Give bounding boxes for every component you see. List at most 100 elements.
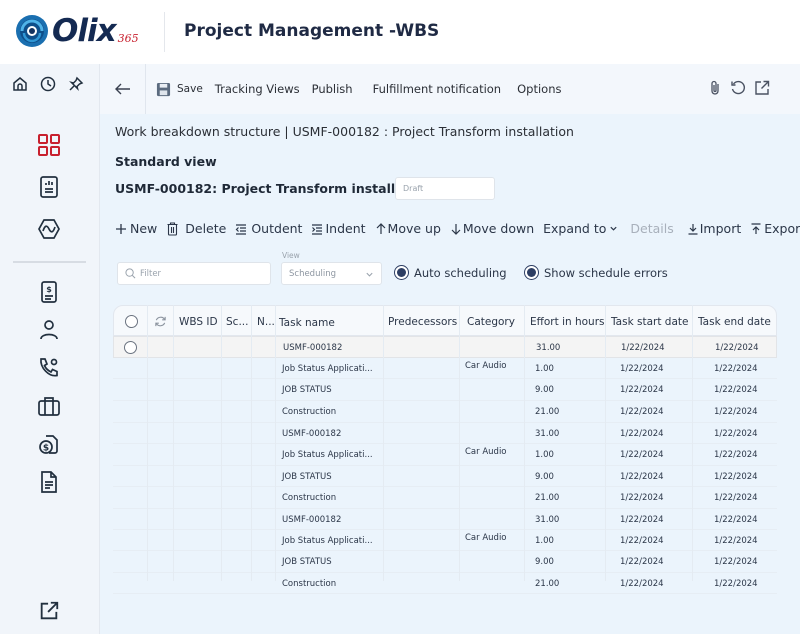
effort-cell: 31.00 xyxy=(535,515,560,525)
column-divider xyxy=(221,305,222,581)
home-icon[interactable] xyxy=(12,76,28,92)
table-row[interactable]: USMF-000182 31.00 1/22/2024 1/22/2024 xyxy=(113,336,777,358)
task-name-cell: Construction xyxy=(282,579,337,589)
table-row[interactable]: JOB STATUS 9.00 1/22/2024 1/22/2024 xyxy=(113,551,777,573)
delete-button[interactable]: Delete xyxy=(166,221,226,236)
effort-cell: 21.00 xyxy=(535,407,560,417)
back-button[interactable] xyxy=(100,64,146,114)
briefcase-icon[interactable] xyxy=(37,394,61,418)
details-button[interactable]: Details xyxy=(630,221,673,236)
export-button[interactable]: Export xyxy=(750,221,800,236)
end-date-cell: 1/22/2024 xyxy=(714,579,758,589)
col-start-date[interactable]: Task start date xyxy=(611,316,688,328)
col-n[interactable]: N... xyxy=(257,316,275,328)
filter-input[interactable]: Filter xyxy=(117,262,271,285)
table-row[interactable]: JOB STATUS 9.00 1/22/2024 1/22/2024 xyxy=(113,379,777,401)
task-name-cell: Job Status Applicati... xyxy=(282,364,373,374)
refresh-icon[interactable] xyxy=(730,80,746,96)
command-bar-right xyxy=(708,80,770,96)
fulfillment-notification-button[interactable]: Fulfillment notification xyxy=(373,82,502,96)
effort-cell: 9.00 xyxy=(535,557,554,567)
table-row[interactable]: Job Status Applicati... Car Audio 1.00 1/22… xyxy=(113,530,777,551)
analytics-icon[interactable] xyxy=(37,217,61,241)
column-divider xyxy=(459,305,460,581)
end-date-cell: 1/22/2024 xyxy=(714,450,758,460)
task-name-cell: Construction xyxy=(282,407,337,417)
table-row[interactable]: Job Status Applicati... Car Audio 1.00 1/22… xyxy=(113,444,777,466)
tracking-views-button[interactable]: Tracking Views xyxy=(215,82,300,96)
svg-text:$: $ xyxy=(43,444,49,454)
money-icon[interactable]: $ xyxy=(37,432,61,456)
auto-scheduling-toggle[interactable]: Auto scheduling xyxy=(394,265,507,280)
import-label: Import xyxy=(699,221,742,236)
end-date-cell: 1/22/2024 xyxy=(714,407,758,417)
sync-icon[interactable] xyxy=(154,315,167,328)
column-divider xyxy=(605,305,606,581)
view-select-label: View xyxy=(282,251,300,260)
table-row[interactable]: Construction 21.00 1/22/2024 1/22/2024 xyxy=(113,573,777,594)
auto-scheduling-label: Auto scheduling xyxy=(414,265,507,280)
save-button[interactable]: Save xyxy=(156,82,203,97)
export-label: Export xyxy=(764,221,800,236)
table-row[interactable]: Job Status Applicati... Car Audio 1.00 1/22… xyxy=(113,358,777,379)
col-category[interactable]: Category xyxy=(467,316,515,328)
move-up-button[interactable]: Move up xyxy=(375,221,441,236)
table-row[interactable]: JOB STATUS 9.00 1/22/2024 1/22/2024 xyxy=(113,466,777,487)
show-schedule-errors-toggle[interactable]: Show schedule errors xyxy=(524,265,668,280)
effort-cell: 21.00 xyxy=(535,579,560,589)
col-effort[interactable]: Effort in hours xyxy=(530,316,605,328)
document-icon[interactable] xyxy=(37,470,61,494)
grid-icon[interactable] xyxy=(37,133,61,157)
open-external-icon[interactable] xyxy=(38,600,60,622)
start-date-cell: 1/22/2024 xyxy=(620,579,664,589)
show-schedule-errors-radio[interactable] xyxy=(524,265,539,280)
task-name-cell: JOB STATUS xyxy=(282,557,332,567)
outdent-icon xyxy=(235,223,247,235)
start-date-cell: 1/22/2024 xyxy=(620,493,664,503)
col-wbs-id[interactable]: WBS ID xyxy=(179,316,218,328)
app-header: Olix 365 Project Management -WBS xyxy=(0,0,800,64)
indent-button[interactable]: Indent xyxy=(311,221,366,236)
command-items: Save Tracking Views Publish Fulfillment … xyxy=(156,82,573,97)
view-select-value: Scheduling xyxy=(289,269,336,279)
phone-contact-icon[interactable] xyxy=(37,356,61,380)
row-select-radio[interactable] xyxy=(124,341,137,354)
export-icon xyxy=(750,222,762,235)
column-divider xyxy=(251,305,252,581)
new-button[interactable]: New xyxy=(115,221,157,236)
status-field[interactable]: Draft xyxy=(395,177,495,200)
col-predecessors[interactable]: Predecessors xyxy=(388,316,457,328)
table-row[interactable]: Construction 21.00 1/22/2024 1/22/2024 xyxy=(113,401,777,423)
publish-button[interactable]: Publish xyxy=(312,82,353,96)
col-task-name[interactable]: Task name xyxy=(279,317,335,329)
options-button[interactable]: Options xyxy=(517,82,561,96)
col-end-date[interactable]: Task end date xyxy=(698,316,771,328)
import-button[interactable]: Import xyxy=(687,221,742,236)
history-icon[interactable] xyxy=(40,76,56,92)
select-all-radio[interactable] xyxy=(125,315,138,328)
user-icon[interactable] xyxy=(37,318,61,342)
outdent-button[interactable]: Outdent xyxy=(235,221,302,236)
move-down-button[interactable]: Move down xyxy=(450,221,534,236)
new-label: New xyxy=(130,221,158,236)
table-row[interactable]: Construction 21.00 1/22/2024 1/22/2024 xyxy=(113,487,777,509)
table-row[interactable]: USMF-000182 31.00 1/22/2024 1/22/2024 xyxy=(113,423,777,444)
logo-suffix: 365 xyxy=(117,31,139,45)
search-icon xyxy=(125,268,136,279)
start-date-cell: 1/22/2024 xyxy=(620,364,664,374)
view-name-selector[interactable]: Standard view xyxy=(115,154,217,169)
col-scheduling[interactable]: Sc... xyxy=(226,316,248,328)
attachment-icon[interactable] xyxy=(708,80,722,96)
open-new-window-icon[interactable] xyxy=(754,80,770,96)
table-row[interactable]: USMF-000182 31.00 1/22/2024 1/22/2024 xyxy=(113,509,777,530)
invoice-icon[interactable]: $ xyxy=(37,280,61,304)
arrow-left-icon xyxy=(114,83,130,95)
arrow-up-icon xyxy=(375,222,387,235)
auto-scheduling-radio[interactable] xyxy=(394,265,409,280)
view-select[interactable]: Scheduling xyxy=(281,262,382,285)
report-icon[interactable] xyxy=(37,175,61,199)
wbs-grid: WBS ID Sc... N... Task name Predecessors… xyxy=(113,305,777,605)
task-name-cell: JOB STATUS xyxy=(282,385,332,395)
pin-icon[interactable] xyxy=(68,76,84,92)
expand-to-dropdown[interactable]: Expand to xyxy=(543,221,621,236)
